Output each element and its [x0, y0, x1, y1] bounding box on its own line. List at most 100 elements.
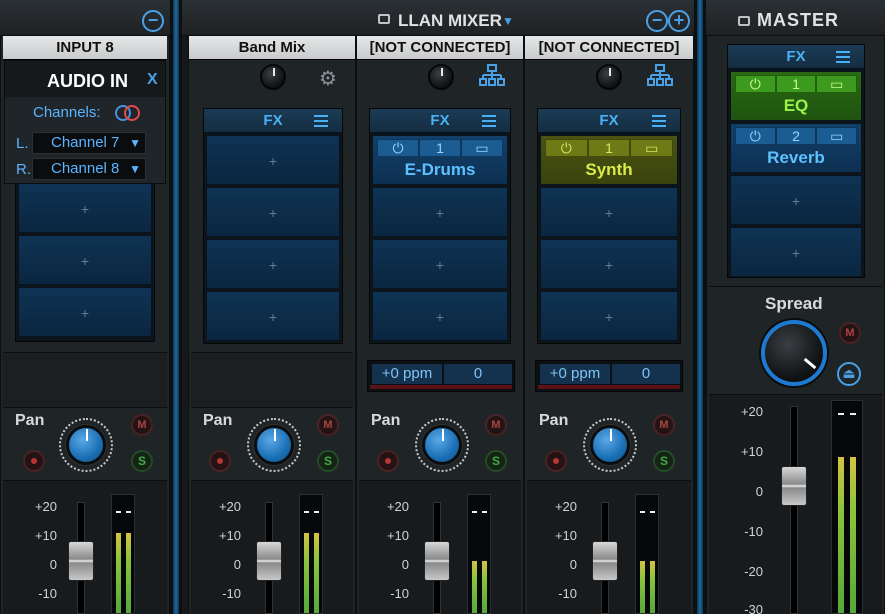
- menu-icon[interactable]: [652, 115, 666, 127]
- power-icon[interactable]: ⏻: [545, 139, 588, 157]
- window-icon[interactable]: ▭: [461, 139, 503, 157]
- master-lock-icon[interactable]: [738, 16, 750, 26]
- channel-title[interactable]: [NOT CONNECTED]: [357, 36, 523, 60]
- plugin-slot-synth[interactable]: ⏻ 1 ▭ Synth: [540, 135, 678, 185]
- mute-button[interactable]: M: [131, 414, 153, 436]
- mixer-dropdown-icon[interactable]: ▼: [502, 14, 514, 28]
- gain-knob[interactable]: [260, 64, 286, 90]
- solo-button[interactable]: S: [653, 450, 675, 472]
- spread-label: Spread: [765, 294, 823, 313]
- pan-knob[interactable]: [254, 425, 294, 465]
- gain-knob[interactable]: [596, 64, 622, 90]
- plugin-index: 1: [587, 139, 631, 157]
- right-channel-select[interactable]: Channel 8 ▼: [32, 158, 146, 180]
- channel-title: INPUT 8: [3, 36, 167, 60]
- stereo-link-icon[interactable]: [115, 105, 141, 121]
- audio-in-close-icon[interactable]: X: [147, 71, 158, 89]
- mixer-minus-icon[interactable]: −: [646, 10, 668, 32]
- plugin-slot-reverb[interactable]: ⏻ 2 ▭ Reverb: [730, 123, 862, 173]
- mixer-lock-icon[interactable]: [378, 14, 390, 24]
- power-icon[interactable]: ⏻: [377, 139, 419, 157]
- mute-button[interactable]: M: [317, 414, 339, 436]
- master-fader-handle[interactable]: [781, 466, 807, 506]
- gain-knob[interactable]: [428, 64, 454, 90]
- scale-label: +20: [386, 499, 409, 514]
- ppm-value[interactable]: 0: [612, 364, 680, 384]
- fx-slot[interactable]: +: [372, 239, 508, 289]
- record-button[interactable]: [545, 450, 567, 472]
- fx-slot[interactable]: +: [730, 175, 862, 225]
- mixer-plus-icon[interactable]: +: [668, 10, 690, 32]
- fx-slot[interactable]: +: [372, 187, 508, 237]
- master-level-meter: [831, 400, 863, 614]
- routing-icon[interactable]: [647, 64, 673, 88]
- fx-slot[interactable]: +: [540, 291, 678, 341]
- scale-label: +10: [554, 528, 577, 543]
- plugin-slot-eq[interactable]: ⏻ 1 ▭ EQ: [730, 71, 862, 121]
- menu-icon[interactable]: [314, 115, 328, 127]
- separator-right: [694, 0, 706, 614]
- fx-slot[interactable]: +: [206, 187, 340, 237]
- plugin-name: Reverb: [767, 148, 825, 167]
- power-icon[interactable]: ⏻: [735, 75, 776, 93]
- window-icon[interactable]: ▭: [630, 139, 674, 157]
- fx-slot[interactable]: +: [730, 227, 862, 277]
- master-title: MASTER: [757, 10, 839, 30]
- pan-label: Pan: [539, 412, 569, 429]
- channel-strip-edrums: [NOT CONNECTED] FX ⏻ 1 ▭ E-Drums + + + +…: [356, 36, 524, 614]
- fx-slot[interactable]: +: [540, 187, 678, 237]
- record-button[interactable]: [209, 450, 231, 472]
- channel-title[interactable]: Band Mix: [189, 36, 355, 60]
- fx-slot[interactable]: +: [372, 291, 508, 341]
- plugin-name: Synth: [585, 160, 633, 179]
- plugin-name: EQ: [783, 96, 809, 115]
- channels-label: Channels:: [33, 104, 101, 121]
- menu-icon[interactable]: [482, 115, 496, 127]
- left-channel-select[interactable]: Channel 7 ▼: [32, 132, 146, 154]
- mute-button[interactable]: M: [485, 414, 507, 436]
- ppm-offset[interactable]: +0 ppm: [540, 364, 610, 384]
- fx-slot[interactable]: +: [18, 235, 152, 285]
- ppm-value[interactable]: 0: [444, 364, 512, 384]
- fader-handle[interactable]: [424, 541, 450, 581]
- menu-icon[interactable]: [836, 51, 850, 63]
- window-icon[interactable]: ▭: [816, 75, 858, 93]
- routing-icon[interactable]: [479, 64, 505, 88]
- fader-handle[interactable]: [68, 541, 94, 581]
- spread-knob[interactable]: [761, 320, 827, 386]
- plugin-slot-edrums[interactable]: ⏻ 1 ▭ E-Drums: [372, 135, 508, 185]
- pan-knob[interactable]: [422, 425, 462, 465]
- pan-knob[interactable]: [66, 425, 106, 465]
- fx-slot[interactable]: +: [206, 239, 340, 289]
- pan-label: Pan: [15, 412, 45, 429]
- fx-slot[interactable]: +: [18, 183, 152, 233]
- record-button[interactable]: [23, 450, 45, 472]
- scale-label: -10: [558, 586, 577, 601]
- fx-rack: FX ⏻ 1 ▭ Synth + + +: [537, 108, 681, 344]
- ppm-offset[interactable]: +0 ppm: [372, 364, 442, 384]
- pan-knob[interactable]: [590, 425, 630, 465]
- solo-button[interactable]: S: [131, 450, 153, 472]
- fader-handle[interactable]: [592, 541, 618, 581]
- audio-in-panel: AUDIO IN X Channels: L. Channel 7 ▼ R. C…: [4, 60, 166, 184]
- window-icon[interactable]: ▭: [816, 127, 858, 145]
- fx-slot[interactable]: +: [18, 287, 152, 337]
- fx-slot[interactable]: +: [540, 239, 678, 289]
- fader-handle[interactable]: [256, 541, 282, 581]
- level-meter: [467, 494, 491, 614]
- fx-slot[interactable]: +: [206, 135, 340, 185]
- separator-left: [170, 0, 182, 614]
- scale-label: +10: [740, 444, 763, 459]
- input-collapse-icon[interactable]: −: [142, 10, 164, 32]
- solo-button[interactable]: S: [485, 450, 507, 472]
- mute-button[interactable]: M: [653, 414, 675, 436]
- fx-slot[interactable]: +: [206, 291, 340, 341]
- solo-button[interactable]: S: [317, 450, 339, 472]
- power-icon[interactable]: ⏻: [735, 127, 776, 145]
- mono-icon[interactable]: ⏏: [837, 362, 861, 386]
- mute-button[interactable]: M: [839, 322, 861, 344]
- channel-title[interactable]: [NOT CONNECTED]: [525, 36, 693, 60]
- record-button[interactable]: [377, 450, 399, 472]
- gear-icon[interactable]: ⚙: [319, 66, 337, 91]
- fader-track[interactable]: [790, 406, 798, 614]
